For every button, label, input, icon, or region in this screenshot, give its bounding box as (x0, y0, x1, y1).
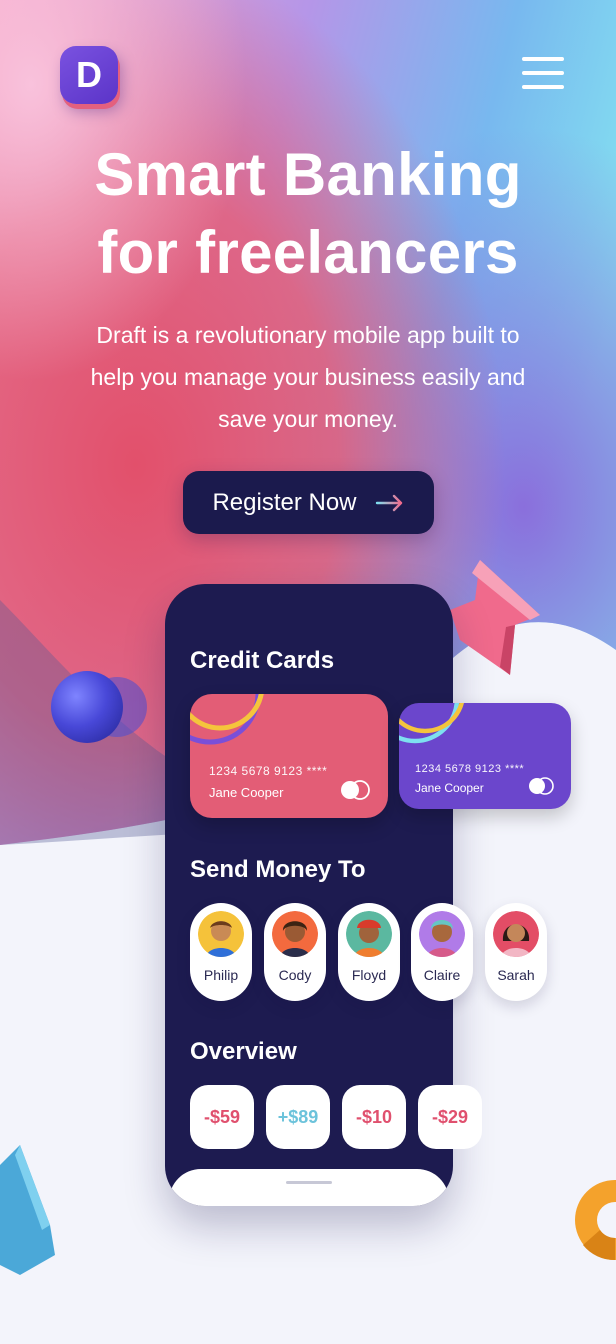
hero-title-line-2: for freelancers (97, 219, 519, 286)
logo-letter: D (76, 54, 102, 95)
hero-title-line-1: Smart Banking (94, 141, 522, 208)
card-brand-icon (529, 777, 554, 795)
overview-amount[interactable]: +$89 (266, 1085, 330, 1149)
hamburger-icon[interactable] (522, 55, 564, 91)
credit-cards-title: Credit Cards (190, 647, 335, 674)
overview-amount[interactable]: -$29 (418, 1085, 482, 1149)
card-brand-icon (341, 780, 370, 800)
avatar (493, 911, 539, 957)
sphere-decoration (51, 671, 147, 743)
contact-floyd[interactable]: Floyd (338, 903, 400, 1001)
avatar (346, 911, 392, 957)
arrow-shape-decoration (450, 560, 540, 675)
arrow-right-icon (375, 494, 402, 511)
card-number: 1234 5678 9123 **** (209, 764, 328, 778)
send-money-title: Send Money To (190, 856, 366, 883)
contact-claire[interactable]: Claire (411, 903, 473, 1001)
avatar (419, 911, 465, 957)
hero-subtitle-line-1: Draft is a revolutionary mobile app buil… (96, 322, 520, 348)
menu-line (522, 57, 564, 61)
hero-subtitle-line-2: help you manage your business easily and (90, 364, 526, 390)
overview-amount[interactable]: -$10 (342, 1085, 406, 1149)
contact-name: Cody (278, 967, 312, 983)
contact-name: Floyd (351, 967, 387, 983)
menu-line (522, 85, 564, 89)
hero-subtitle-line-3: save your money. (218, 406, 398, 432)
overview-amount[interactable]: -$59 (190, 1085, 254, 1149)
avatar (272, 911, 318, 957)
sheet-handle (286, 1181, 332, 1184)
card-holder: Jane Cooper (209, 785, 284, 800)
avatar (198, 911, 244, 957)
contact-name: Philip (203, 967, 239, 983)
ring-decoration (575, 1180, 616, 1261)
app-logo[interactable]: D (60, 46, 118, 104)
contact-name: Sarah (497, 967, 535, 983)
contact-philip[interactable]: Philip (190, 903, 252, 1001)
hero-subtitle: Draft is a revolutionary mobile app buil… (56, 314, 560, 440)
contact-cody[interactable]: Cody (264, 903, 326, 1001)
credit-card-purple[interactable]: 1234 5678 9123 **** Jane Cooper (399, 703, 571, 809)
card-number: 1234 5678 9123 **** (415, 763, 525, 775)
register-now-button[interactable]: Register Now (183, 471, 434, 534)
contact-name: Claire (423, 967, 461, 983)
credit-card-pink[interactable]: 1234 5678 9123 **** Jane Cooper (190, 694, 388, 818)
register-now-label: Register Now (212, 488, 357, 516)
phone-bottom-sheet (169, 1169, 449, 1206)
overview-title: Overview (190, 1038, 297, 1065)
contact-sarah[interactable]: Sarah (485, 903, 547, 1001)
blue-shape-decoration (0, 1145, 55, 1275)
menu-line (522, 71, 564, 75)
card-holder: Jane Cooper (415, 781, 484, 795)
hero-title: Smart Banking for freelancers (0, 136, 616, 292)
